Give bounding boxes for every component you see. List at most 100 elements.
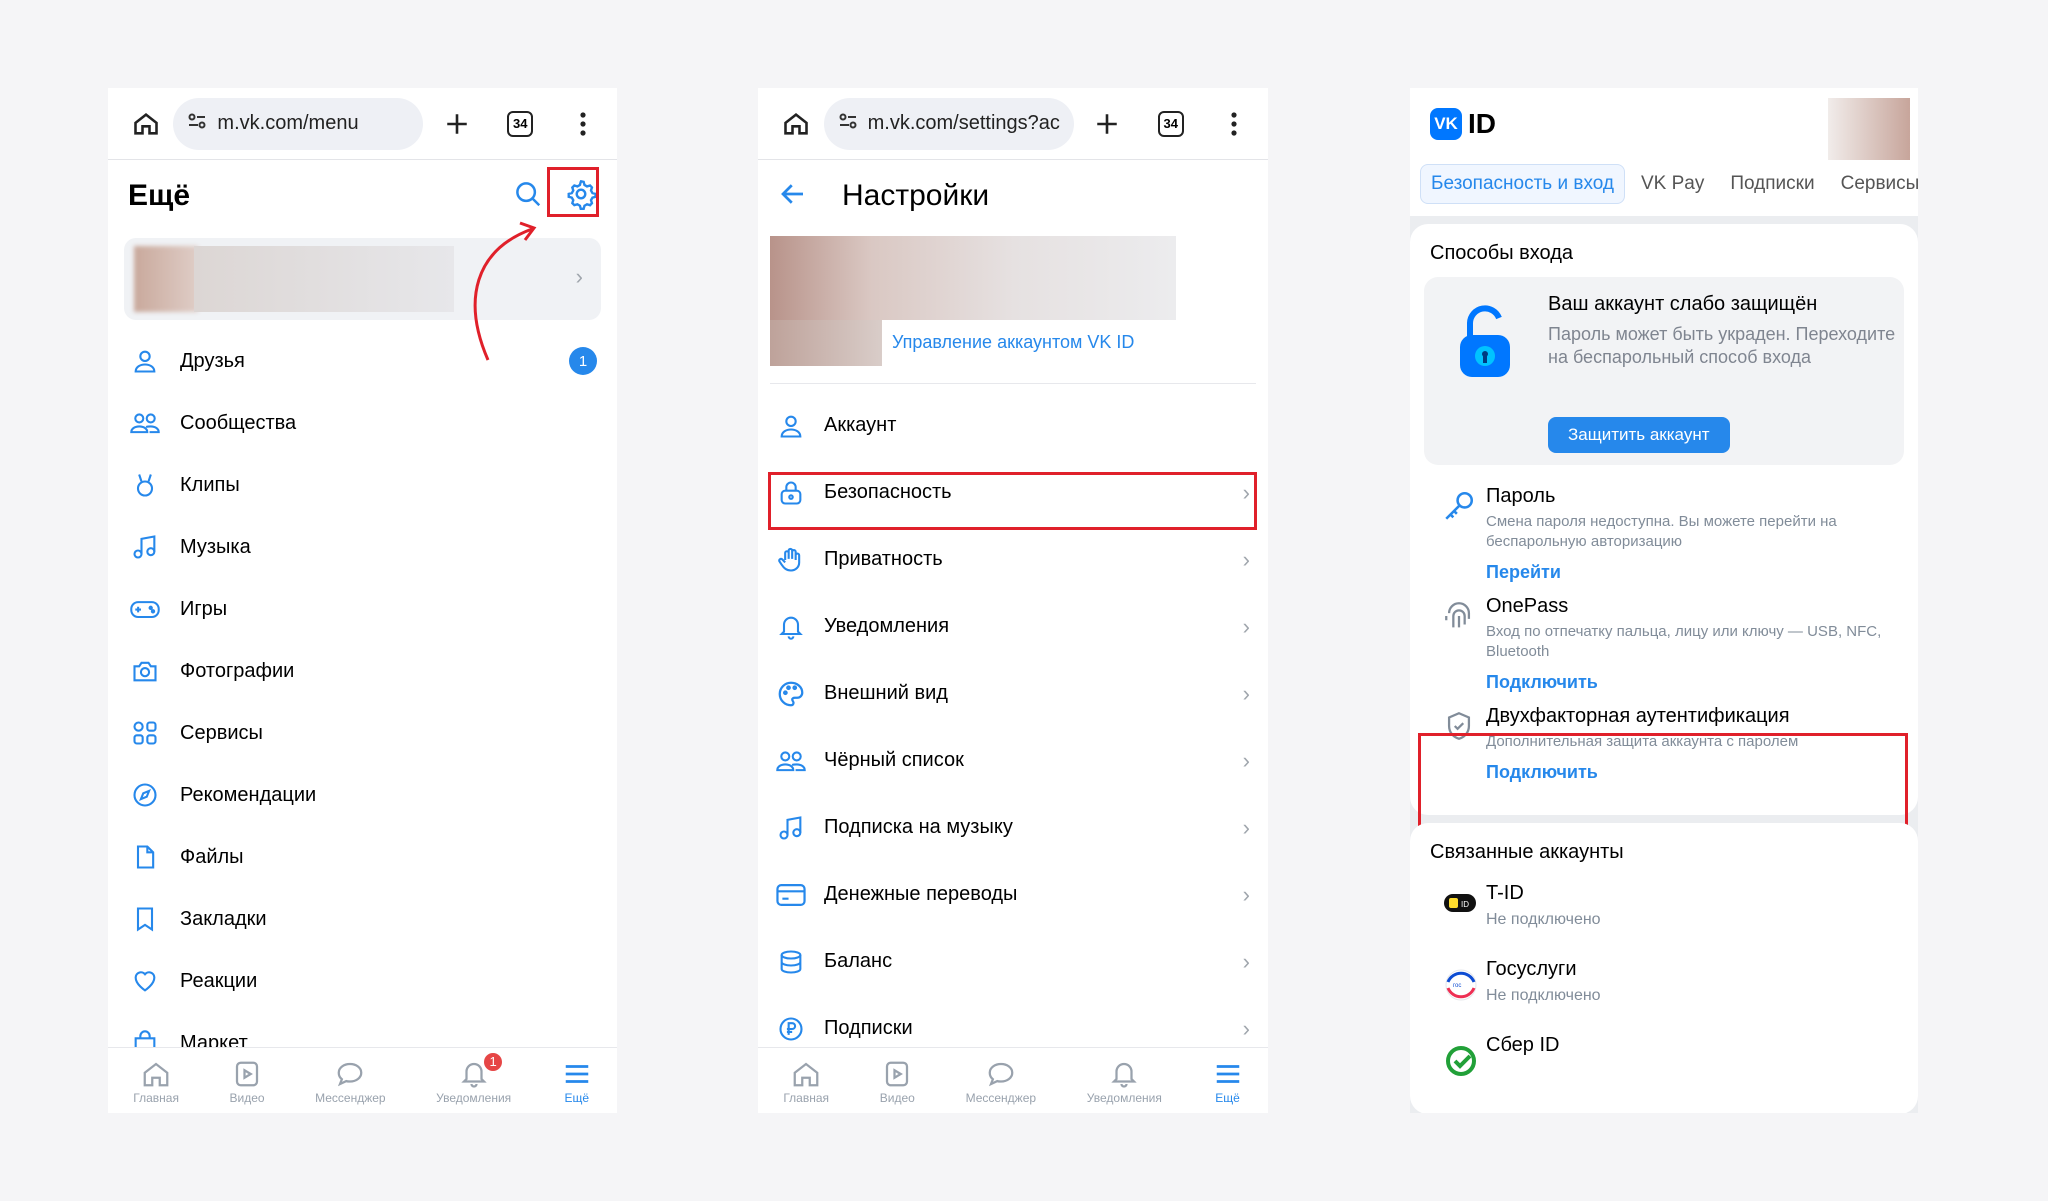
tab-more[interactable]: Ещё xyxy=(1213,1057,1243,1105)
brand-title: ID xyxy=(1468,108,1496,139)
tabs-switcher[interactable]: 34 xyxy=(1151,104,1191,144)
tab-home[interactable]: Главная xyxy=(783,1057,829,1105)
url-bar[interactable]: m.vk.com/settings?ac xyxy=(823,97,1074,150)
menu-item-music[interactable]: Музыка xyxy=(108,516,617,578)
warning-title: Ваш аккаунт слабо защищён xyxy=(1548,293,1818,315)
chevron-right-icon: › xyxy=(1242,1015,1250,1041)
settings-item-privacy[interactable]: Приватность › xyxy=(758,526,1268,593)
url-text: m.vk.com/settings?ac xyxy=(867,112,1060,134)
svg-text:ID: ID xyxy=(1461,900,1469,909)
linked-status: Не подключено xyxy=(1486,911,1601,928)
tab-messenger[interactable]: Мессенджер xyxy=(966,1057,1036,1105)
tab-security-login[interactable]: Безопасность и вход xyxy=(1420,164,1625,204)
settings-item-balance[interactable]: Баланс › xyxy=(758,928,1268,995)
tab-label: Мессенджер xyxy=(965,1090,1037,1105)
section-title: Способы входа xyxy=(1430,242,1574,264)
home-icon[interactable] xyxy=(126,104,165,144)
tab-notifications[interactable]: 1 Уведомления xyxy=(436,1050,511,1105)
settings-item-label: Денежные переводы xyxy=(824,883,1018,905)
menu-icon xyxy=(1213,1057,1243,1091)
vkid-screen: VK ID Безопасность и вход VK Pay Подписк… xyxy=(1410,88,1918,1113)
more-vert-icon[interactable] xyxy=(1214,104,1254,144)
highlight-security xyxy=(768,472,1257,530)
site-settings-icon[interactable] xyxy=(187,111,207,137)
avatar xyxy=(770,320,882,366)
settings-item-music-subscription[interactable]: Подписка на музыку › xyxy=(758,794,1268,861)
tab-more[interactable]: Ещё xyxy=(562,1057,592,1105)
linked-status: Не подключено xyxy=(1486,987,1601,1004)
camera-icon xyxy=(128,654,162,688)
new-tab-icon[interactable] xyxy=(1088,104,1128,144)
menu-item-communities[interactable]: Сообщества xyxy=(108,392,617,454)
gosuslugi-logo-icon: гос xyxy=(1444,968,1478,1007)
bottom-tab-bar: Главная Видео Мессенджер Уведомления Ещё xyxy=(758,1047,1268,1113)
menu-item-label: Реакции xyxy=(180,969,258,992)
onepass-connect-link[interactable]: Подключить xyxy=(1486,672,1904,693)
section-title: Связанные аккаунты xyxy=(1430,841,1624,863)
home-icon xyxy=(791,1057,821,1091)
linked-name: Госуслуги xyxy=(1486,958,1577,980)
warning-text: Пароль может быть украден. Переходите на… xyxy=(1548,324,1896,367)
settings-item-notifications[interactable]: Уведомления › xyxy=(758,593,1268,660)
tab-notifications[interactable]: Уведомления xyxy=(1087,1057,1162,1105)
unlocked-lock-icon xyxy=(1454,305,1516,386)
settings-item-transfers[interactable]: Денежные переводы › xyxy=(758,861,1268,928)
protect-account-button[interactable]: Защитить аккаунт xyxy=(1548,417,1730,453)
compass-icon xyxy=(128,778,162,812)
bookmark-icon xyxy=(128,902,162,936)
menu-item-label: Файлы xyxy=(180,845,244,868)
menu-item-photos[interactable]: Фотографии xyxy=(108,640,617,702)
avatar[interactable] xyxy=(1828,98,1910,160)
manage-vkid-link[interactable]: Управление аккаунтом VK ID xyxy=(892,332,1134,353)
settings-item-label: Внешний вид xyxy=(824,682,948,704)
linked-name: Сбер ID xyxy=(1486,1034,1560,1056)
gamepad-icon xyxy=(128,592,162,626)
tab-vkpay[interactable]: VK Pay xyxy=(1631,165,1714,203)
clips-icon xyxy=(128,468,162,502)
menu-item-games[interactable]: Игры xyxy=(108,578,617,640)
tab-subscriptions[interactable]: Подписки xyxy=(1720,165,1824,203)
tab-home[interactable]: Главная xyxy=(133,1057,179,1105)
menu-item-label: Клипы xyxy=(180,473,240,496)
password-go-link[interactable]: Перейти xyxy=(1486,562,1904,583)
linked-item-sberid[interactable]: Сбер ID xyxy=(1424,1028,1904,1104)
tab-messenger[interactable]: Мессенджер xyxy=(315,1057,386,1105)
video-icon xyxy=(232,1057,262,1091)
menu-item-label: Закладки xyxy=(180,907,267,930)
settings-item-appearance[interactable]: Внешний вид › xyxy=(758,660,1268,727)
url-bar[interactable]: m.vk.com/menu xyxy=(173,97,424,150)
menu-item-recommendations[interactable]: Рекомендации xyxy=(108,764,617,826)
menu-item-files[interactable]: Файлы xyxy=(108,826,617,888)
home-icon[interactable] xyxy=(776,104,816,144)
menu-item-services[interactable]: Сервисы xyxy=(108,702,617,764)
menu-item-bookmarks[interactable]: Закладки xyxy=(108,888,617,950)
tab-video[interactable]: Видео xyxy=(880,1057,915,1105)
tabs-switcher[interactable]: 34 xyxy=(501,104,540,144)
chat-icon xyxy=(986,1057,1016,1091)
video-icon xyxy=(882,1057,912,1091)
new-tab-icon[interactable] xyxy=(437,104,476,144)
menu-item-reactions[interactable]: Реакции xyxy=(108,950,617,1012)
menu-item-clips[interactable]: Клипы xyxy=(108,454,617,516)
site-settings-icon[interactable] xyxy=(838,111,858,137)
linked-list: ID T-ID Не подключено гос Госуслуги Не п… xyxy=(1424,876,1904,1104)
linked-item-gosuslugi[interactable]: гос Госуслуги Не подключено xyxy=(1424,952,1904,1028)
settings-item-account[interactable]: Аккаунт xyxy=(758,392,1268,459)
tab-services[interactable]: Сервисы xyxy=(1831,165,1918,203)
tab-video[interactable]: Видео xyxy=(230,1057,265,1105)
key-icon xyxy=(1442,489,1476,528)
option-title: Двухфакторная аутентификация xyxy=(1486,705,1790,727)
menu-item-friends[interactable]: Друзья 1 xyxy=(108,330,617,392)
search-icon[interactable] xyxy=(513,179,543,214)
linked-item-tid[interactable]: ID T-ID Не подключено xyxy=(1424,876,1904,952)
back-arrow-icon[interactable] xyxy=(778,179,808,214)
option-desc: Смена пароля недоступна. Вы можете перей… xyxy=(1486,513,1837,550)
more-vert-icon[interactable] xyxy=(564,104,603,144)
highlight-settings xyxy=(547,167,599,217)
settings-item-label: Приватность xyxy=(824,548,943,570)
tab-label: Главная xyxy=(783,1090,830,1105)
settings-item-blacklist[interactable]: Чёрный список › xyxy=(758,727,1268,794)
menu-item-label: Музыка xyxy=(180,535,251,558)
page-title: Ещё xyxy=(128,179,191,212)
music-icon xyxy=(128,530,162,564)
